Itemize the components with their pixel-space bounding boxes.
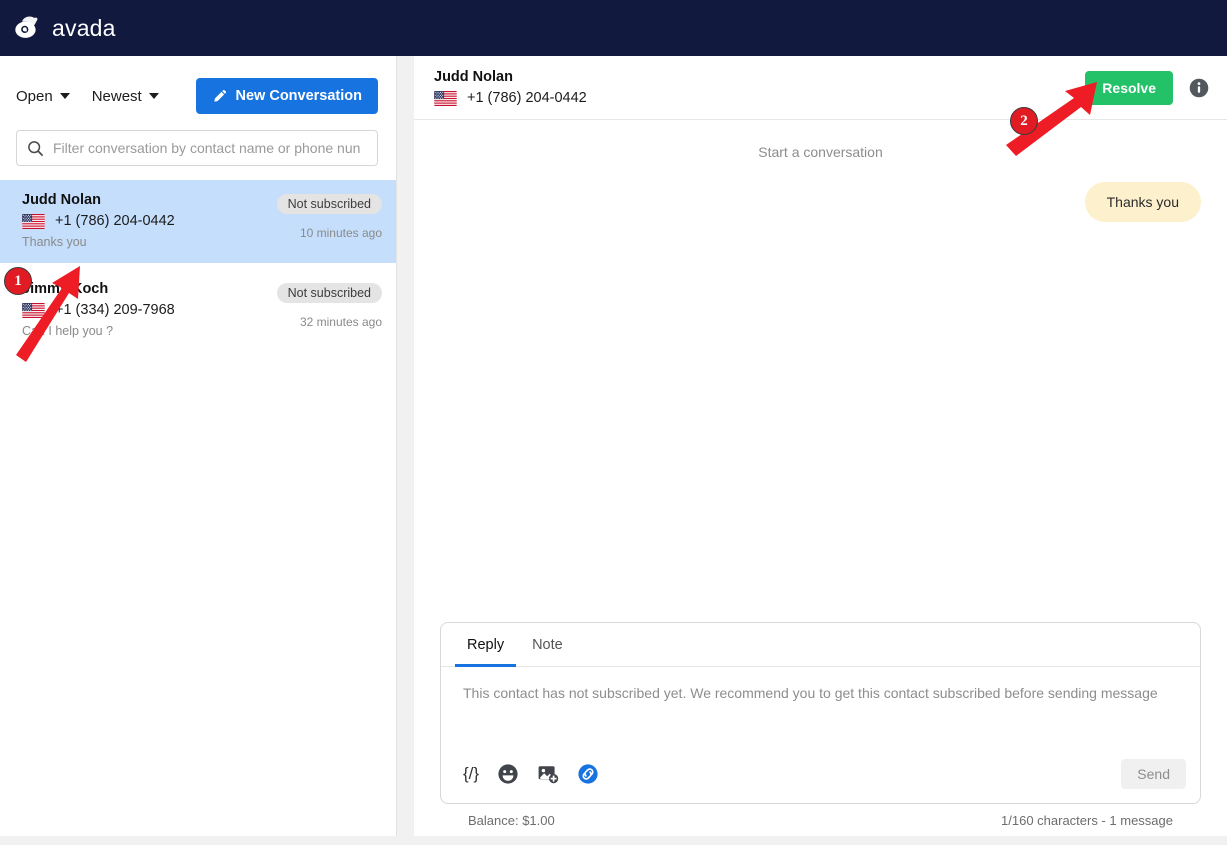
pencil-icon (213, 89, 226, 102)
composer-tabs: Reply Note (441, 623, 1200, 667)
sort-filter-label: Newest (91, 87, 142, 105)
search-area (0, 114, 396, 166)
app-top-bar: avada (0, 0, 1227, 56)
us-flag-icon (434, 90, 457, 106)
composer-tool-icons: {/} (463, 763, 599, 785)
send-button[interactable]: Send (1121, 759, 1186, 789)
image-add-icon[interactable] (537, 763, 559, 785)
conversation-list: Judd Nolan +1 (786) 204-0442 Thanks you … (0, 180, 396, 836)
subscription-status-badge: Not subscribed (276, 194, 382, 214)
conversation-timestamp: 32 minutes ago (299, 315, 382, 329)
chat-header: Judd Nolan +1 (786) 204-0442 Resolve (414, 56, 1227, 120)
chevron-down-icon (59, 93, 70, 99)
balance-text: Balance: $1.00 (468, 813, 555, 828)
tab-reply[interactable]: Reply (455, 623, 517, 667)
search-box[interactable] (16, 130, 378, 166)
conversation-timestamp: 10 minutes ago (299, 226, 382, 240)
sidebar-toolbar: Open Newest New Conversation (0, 56, 396, 114)
brand-name: avada (52, 14, 116, 41)
chat-contact-info: Judd Nolan +1 (786) 204-0442 (434, 69, 1085, 106)
composer-status-row: Balance: $1.00 1/160 characters - 1 mess… (440, 804, 1201, 828)
chat-phone-row: +1 (786) 204-0442 (434, 90, 1085, 106)
conversation-sidebar: Open Newest New Conversation Filter conv… (0, 56, 397, 836)
conversation-preview: Thanks you (22, 235, 87, 249)
subscription-status-badge: Not subscribed (276, 283, 382, 303)
search-icon (28, 140, 43, 156)
conversation-phone: +1 (786) 204-0442 (55, 213, 175, 229)
tab-note[interactable]: Note (520, 623, 575, 667)
us-flag-icon (22, 302, 45, 318)
avada-cloud-logo-icon (15, 16, 38, 38)
conversation-item-jimmy-koch[interactable]: Jimmy Koch +1 (334) 209-7968 Can I help … (0, 263, 396, 352)
app-shell: Open Newest New Conversation Filter conv… (0, 56, 1227, 845)
chat-contact-phone: +1 (786) 204-0442 (467, 90, 587, 106)
chat-contact-name: Judd Nolan (434, 69, 513, 85)
conversation-item-judd-nolan[interactable]: Judd Nolan +1 (786) 204-0442 Thanks you … (0, 180, 396, 263)
message-bubble-outgoing: Thanks you (1084, 182, 1201, 222)
conversation-main: Judd Nolan +1 (786) 204-0442 Thanks you (22, 192, 277, 249)
message-row: Thanks you (440, 182, 1201, 222)
conversation-preview: Can I help you ? (22, 324, 114, 338)
composer: Reply Note This contact has not subscrib… (440, 622, 1201, 804)
status-filter-label: Open (16, 87, 53, 105)
message-thread: Start a conversation Thanks you (414, 120, 1227, 622)
conversation-phone-row: +1 (334) 209-7968 (22, 302, 277, 318)
composer-placeholder: This contact has not subscribed yet. We … (463, 685, 1158, 701)
chevron-down-icon (148, 93, 159, 99)
conversation-meta: Not subscribed 32 minutes ago (276, 281, 382, 338)
character-counter: 1/160 characters - 1 message (1001, 813, 1173, 828)
composer-toolbar: {/} Send (441, 753, 1200, 803)
status-filter-dropdown[interactable]: Open (16, 88, 70, 105)
conversation-phone: +1 (334) 209-7968 (55, 302, 175, 318)
search-input[interactable] (53, 140, 367, 156)
conversation-meta: Not subscribed 10 minutes ago (276, 192, 382, 249)
info-circle-icon[interactable] (1189, 78, 1209, 98)
conversation-start-notice: Start a conversation (758, 144, 883, 160)
conversation-detail-panel: Judd Nolan +1 (786) 204-0442 Resolve Sta… (414, 56, 1227, 836)
link-icon[interactable] (577, 763, 599, 785)
composer-area: Reply Note This contact has not subscrib… (414, 622, 1227, 836)
shortcode-icon[interactable]: {/} (463, 763, 479, 785)
new-conversation-label: New Conversation (235, 88, 363, 104)
emoji-icon[interactable] (497, 763, 519, 785)
panel-scroll-gutter[interactable] (397, 56, 414, 836)
us-flag-icon (22, 213, 45, 229)
new-conversation-button[interactable]: New Conversation (195, 78, 378, 114)
composer-input[interactable]: This contact has not subscribed yet. We … (441, 667, 1200, 753)
conversation-contact-name: Jimmy Koch (22, 281, 109, 297)
sort-filter-dropdown[interactable]: Newest (92, 88, 159, 105)
conversation-phone-row: +1 (786) 204-0442 (22, 213, 277, 229)
conversation-main: Jimmy Koch +1 (334) 209-7968 Can I help … (22, 281, 277, 338)
resolve-button[interactable]: Resolve (1085, 70, 1173, 105)
conversation-contact-name: Judd Nolan (22, 192, 101, 208)
brand-logo[interactable]: avada (14, 14, 116, 42)
